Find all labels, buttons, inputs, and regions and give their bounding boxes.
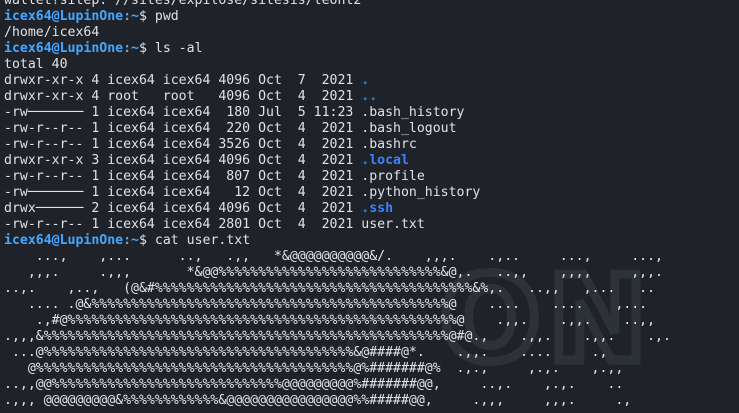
- ls-entry: -rw-r--r-- 1 icex64 icex64 220 Oct 4 202…: [4, 121, 671, 137]
- ls-entry-meta: drwxr-xr-x 4 icex64 icex64 4096 Oct 7 20…: [4, 73, 362, 88]
- ascii-art-line: ..,. ,.., (@&#%%%%%%%%%%%%%%%%%%%%%%%%%%…: [4, 281, 671, 297]
- output-text: wallet?sitep. //sites/expilose/sitesis/l…: [4, 0, 362, 8]
- directory-name: .ssh: [361, 201, 394, 216]
- file-name: .bashrc: [361, 137, 417, 152]
- ls-entry-meta: drwxr-xr-x 4 root root 4096 Oct 4 2021: [4, 89, 362, 104]
- command-text: pwd: [154, 9, 179, 24]
- file-name: .profile: [361, 169, 425, 184]
- command-line: icex64@LupinOne:~$ cat user.txt: [4, 233, 671, 249]
- output-line: /home/icex64: [4, 25, 671, 41]
- ascii-art-text: @%%%%%%%%%%%%%%%%%%%%%%%%%%%%%%%%%%%%%%%…: [4, 361, 624, 376]
- ascii-art-line: @%%%%%%%%%%%%%%%%%%%%%%%%%%%%%%%%%%%%%%%…: [4, 361, 671, 377]
- ls-entry-meta: -rw─────── 1 icex64 icex64 180 Jul 5 11:…: [4, 105, 362, 120]
- command-line: icex64@LupinOne:~$ ls -al: [4, 41, 671, 57]
- ascii-art-text: ..,. ,.., (@&#%%%%%%%%%%%%%%%%%%%%%%%%%%…: [4, 281, 656, 296]
- ascii-art-text: ..., ,... .., .,, *&@@@@@@@@@@&/. ,,,. .…: [4, 249, 663, 264]
- prompt-path: :~: [123, 9, 139, 24]
- file-name: .python_history: [361, 185, 481, 200]
- ascii-art-text: .,#@%%%%%%%%%%%%%%%%%%%%%%%%%%%%%%%%%%%%…: [4, 313, 656, 328]
- terminal-output: wallet?sitep. //sites/expilose/sitesis/l…: [4, 0, 671, 409]
- ls-entry-meta: drwxr-xr-x 3 icex64 icex64 4096 Oct 4 20…: [4, 153, 362, 168]
- ascii-art-line: .... .@&%%%%%%%%%%%%%%%%%%%%%%%%%%%%%%%%…: [4, 297, 671, 313]
- ascii-art-line: ...@%%%%%%%%%%%%%%%%%%%%%%%%%%%%%%%%%%%%…: [4, 345, 671, 361]
- directory-name: .local: [361, 153, 409, 168]
- prompt-user-host: icex64@LupinOne: [4, 41, 124, 56]
- ascii-art-text: .... .@&%%%%%%%%%%%%%%%%%%%%%%%%%%%%%%%%…: [4, 297, 648, 312]
- ls-entry: -rw-r--r-- 1 icex64 icex64 3526 Oct 4 20…: [4, 137, 671, 153]
- ls-entry-meta: -rw-r--r-- 1 icex64 icex64 807 Oct 4 202…: [4, 169, 362, 184]
- ls-entry-meta: -rw─────── 1 icex64 icex64 12 Oct 4 2021: [4, 185, 362, 200]
- file-name: .bash_history: [361, 105, 465, 120]
- ls-entry-meta: drwx────── 2 icex64 icex64 4096 Oct 4 20…: [4, 201, 362, 216]
- ls-entry-meta: -rw-r--r-- 1 icex64 icex64 220 Oct 4 202…: [4, 121, 362, 136]
- ascii-art-text: ...@%%%%%%%%%%%%%%%%%%%%%%%%%%%%%%%%%%%%…: [4, 345, 608, 360]
- ascii-art-line: ..,,@@%%%%%%%%%%%%%%%%%%%%%%%%%%%%%@@@@@…: [4, 377, 671, 393]
- ascii-art-line: .,,,&%%%%%%%%%%%%%%%%%%%%%%%%%%%%%%%%%%%…: [4, 329, 671, 345]
- ls-entry: drwx────── 2 icex64 icex64 4096 Oct 4 20…: [4, 201, 671, 217]
- ls-entry: drwxr-xr-x 4 icex64 icex64 4096 Oct 7 20…: [4, 73, 671, 89]
- ascii-art-text: .,,, @@@@@@@@@&%%%%%%%%%%%%&@@@@@@@@@@@@…: [4, 393, 632, 408]
- directory-name: .: [361, 73, 370, 88]
- command-line: icex64@LupinOne:~$ pwd: [4, 9, 671, 25]
- ls-entry: drwxr-xr-x 3 icex64 icex64 4096 Oct 4 20…: [4, 153, 671, 169]
- output-line: total 40: [4, 57, 671, 73]
- ascii-art-line: .,,, @@@@@@@@@&%%%%%%%%%%%%&@@@@@@@@@@@@…: [4, 393, 671, 409]
- prompt-user-host: icex64@LupinOne: [4, 233, 124, 248]
- ascii-art-text: ..,,@@%%%%%%%%%%%%%%%%%%%%%%%%%%%%%@@@@@…: [4, 377, 624, 392]
- ls-entry: -rw─────── 1 icex64 icex64 12 Oct 4 2021…: [4, 185, 671, 201]
- ascii-art-line: .,#@%%%%%%%%%%%%%%%%%%%%%%%%%%%%%%%%%%%%…: [4, 313, 671, 329]
- output-text: /home/icex64: [4, 25, 100, 40]
- prompt-path: :~: [123, 233, 139, 248]
- ls-entry-meta: -rw-r--r-- 1 icex64 icex64 2801 Oct 4 20…: [4, 217, 362, 232]
- ascii-art-text: .,,,&%%%%%%%%%%%%%%%%%%%%%%%%%%%%%%%%%%%…: [4, 329, 671, 344]
- ls-entry-meta: -rw-r--r-- 1 icex64 icex64 3526 Oct 4 20…: [4, 137, 362, 152]
- ls-entry: -rw─────── 1 icex64 icex64 180 Jul 5 11:…: [4, 105, 671, 121]
- ascii-art-text: ,,,. .,,, *&@@%%%%%%%%%%%%%%%%%%%%%%%%%%…: [4, 265, 663, 280]
- ascii-art-line: ..., ,... .., .,, *&@@@@@@@@@@&/. ,,,. .…: [4, 249, 671, 265]
- terminal-window[interactable]: N O I wallet?sitep. //sites/expilose/sit…: [0, 0, 739, 413]
- output-line: wallet?sitep. //sites/expilose/sitesis/l…: [4, 0, 671, 9]
- prompt-path: :~: [123, 41, 139, 56]
- command-text: cat user.txt: [154, 233, 251, 248]
- prompt-user-host: icex64@LupinOne: [4, 9, 124, 24]
- prompt-sign: $: [138, 9, 147, 24]
- directory-name: ..: [361, 89, 378, 104]
- output-text: total 40: [4, 57, 68, 72]
- ascii-art-line: ,,,. .,,, *&@@%%%%%%%%%%%%%%%%%%%%%%%%%%…: [4, 265, 671, 281]
- ls-entry: drwxr-xr-x 4 root root 4096 Oct 4 2021 .…: [4, 89, 671, 105]
- file-name: user.txt: [361, 217, 425, 232]
- file-name: .bash_logout: [361, 121, 457, 136]
- prompt-sign: $: [138, 41, 147, 56]
- ls-entry: -rw-r--r-- 1 icex64 icex64 807 Oct 4 202…: [4, 169, 671, 185]
- prompt-sign: $: [138, 233, 147, 248]
- ls-entry: -rw-r--r-- 1 icex64 icex64 2801 Oct 4 20…: [4, 217, 671, 233]
- command-text: ls -al: [154, 41, 203, 56]
